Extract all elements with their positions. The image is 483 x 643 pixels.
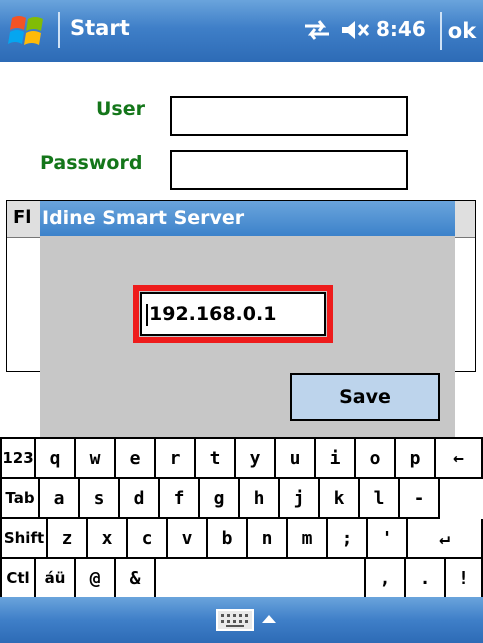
- clock-time[interactable]: 8:46: [376, 17, 426, 41]
- key-![interactable]: !: [446, 559, 483, 599]
- key-n[interactable]: n: [248, 519, 288, 559]
- user-input[interactable]: [170, 96, 408, 136]
- user-label: User: [96, 98, 145, 120]
- key-s[interactable]: s: [80, 479, 120, 519]
- key-i[interactable]: i: [316, 439, 356, 479]
- key-j[interactable]: j: [280, 479, 320, 519]
- bottom-bar: [0, 597, 483, 643]
- volume-muted-icon[interactable]: [340, 18, 370, 42]
- key-v[interactable]: v: [168, 519, 208, 559]
- password-label: Password: [40, 152, 143, 174]
- key-f[interactable]: f: [160, 479, 200, 519]
- save-button[interactable]: Save: [290, 373, 440, 421]
- key--[interactable]: -: [400, 479, 440, 519]
- dialog-title: Idine Smart Server: [40, 201, 455, 236]
- arrow-up-icon[interactable]: [262, 615, 276, 623]
- key-,[interactable]: ,: [366, 559, 406, 599]
- key-u[interactable]: u: [276, 439, 316, 479]
- keyboard-icon[interactable]: [216, 609, 254, 631]
- key-x[interactable]: x: [88, 519, 128, 559]
- key-t[interactable]: t: [196, 439, 236, 479]
- title-separator: [58, 12, 60, 48]
- title-bar: Start 8:46 ok: [0, 0, 483, 62]
- ok-button[interactable]: ok: [440, 12, 482, 50]
- app-title[interactable]: Start: [70, 16, 130, 40]
- server-ip-input[interactable]: 192.168.0.1: [140, 292, 326, 336]
- key-r[interactable]: r: [156, 439, 196, 479]
- key-b[interactable]: b: [208, 519, 248, 559]
- key-k[interactable]: k: [320, 479, 360, 519]
- key-áü[interactable]: áü: [36, 559, 76, 599]
- key-g[interactable]: g: [200, 479, 240, 519]
- key-Tab[interactable]: Tab: [0, 479, 40, 519]
- key-p[interactable]: p: [396, 439, 436, 479]
- key-←[interactable]: ←: [436, 439, 483, 479]
- key-'[interactable]: ': [368, 519, 408, 559]
- key-o[interactable]: o: [356, 439, 396, 479]
- key-l[interactable]: l: [360, 479, 400, 519]
- grid-header-label: Fl: [13, 207, 32, 228]
- key-123[interactable]: 123: [0, 439, 36, 479]
- key-e[interactable]: e: [116, 439, 156, 479]
- key-q[interactable]: q: [36, 439, 76, 479]
- soft-keyboard: 123 q w e r t y u i o p ← Tab a s d f g h j k l - Shift z x c v b n m;…: [0, 437, 483, 599]
- key-a[interactable]: a: [40, 479, 80, 519]
- server-ip-value: 192.168.0.1: [149, 303, 277, 325]
- text-caret: [146, 303, 148, 326]
- key-w[interactable]: w: [76, 439, 116, 479]
- key-Ctl[interactable]: Ctl: [0, 559, 36, 599]
- key-.[interactable]: .: [406, 559, 446, 599]
- server-dialog: Idine Smart Server 192.168.0.1 Save: [40, 201, 455, 437]
- key-@[interactable]: @: [76, 559, 116, 599]
- key-c[interactable]: c: [128, 519, 168, 559]
- key-↵[interactable]: ↵: [408, 519, 483, 559]
- key-h[interactable]: h: [240, 479, 280, 519]
- key-d[interactable]: d: [120, 479, 160, 519]
- password-input[interactable]: [170, 150, 408, 190]
- windows-flag-icon[interactable]: [8, 12, 48, 50]
- key-space[interactable]: [156, 559, 366, 599]
- sync-arrows-icon[interactable]: [303, 18, 331, 42]
- key-;[interactable]: ;: [328, 519, 368, 559]
- key-m[interactable]: m: [288, 519, 328, 559]
- key-z[interactable]: z: [48, 519, 88, 559]
- key-y[interactable]: y: [236, 439, 276, 479]
- key-Shift[interactable]: Shift: [0, 519, 48, 559]
- key-&[interactable]: &: [116, 559, 156, 599]
